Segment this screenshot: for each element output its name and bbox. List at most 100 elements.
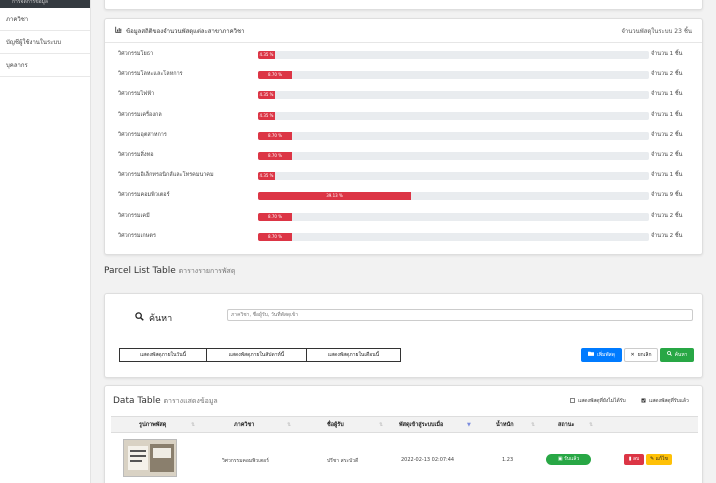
sidebar-header[interactable]: การจัดการข้อมูล bbox=[0, 0, 90, 8]
search-icon bbox=[666, 348, 672, 362]
statistics-row: วิศวกรรมเคมี 8.70 % จำนวน 2 ชิ้น bbox=[105, 206, 704, 226]
statistics-row: วิศวกรรมคอมพิวเตอร์ 39.13 % จำนวน 9 ชิ้น bbox=[105, 185, 704, 205]
sidebar-item-user-accounts[interactable]: บัญชีผู้ใช้งานในระบบ bbox=[0, 31, 90, 54]
statistics-row: วิศวกรรมไฟฟ้า 4.35 % จำนวน 1 ชิ้น bbox=[105, 84, 704, 104]
progress-fill: 4.35 % bbox=[258, 172, 275, 181]
close-icon: ✕ bbox=[630, 352, 635, 358]
column-header-date[interactable]: พัสดุเข้าสู่ระบบเมื่อ bbox=[399, 417, 443, 434]
cell-department: วิศวกรรมคอมพิวเตอร์ bbox=[222, 458, 269, 464]
progress-fill: 4.35 % bbox=[258, 91, 275, 100]
delete-button[interactable]: ▮ ลบ bbox=[624, 454, 644, 465]
progress-bar: 4.35 % bbox=[258, 111, 649, 120]
statistics-total: จำนวนพัสดุในระบบ 23 ชิ้น bbox=[621, 27, 692, 35]
column-header-weight[interactable]: น้ำหนัก bbox=[496, 417, 514, 434]
department-label: วิศวกรรมอุตสาหการ bbox=[118, 131, 167, 138]
progress-fill: 4.35 % bbox=[258, 111, 275, 120]
search-input[interactable] bbox=[227, 309, 693, 321]
trash-icon: ▮ bbox=[628, 456, 632, 462]
sort-icon[interactable]: ⇅ bbox=[531, 417, 535, 434]
progress-fill: 8.70 % bbox=[258, 232, 293, 241]
search-card: ค้นหา แสดงพัสดุภายในวันนี้ แสดงพัสดุภายใ… bbox=[104, 293, 703, 378]
checkbox-icon bbox=[570, 397, 575, 405]
parcel-count: จำนวน 1 ชิ้น bbox=[651, 111, 683, 118]
progress-fill: 8.70 % bbox=[258, 131, 293, 140]
parcel-section-title: Parcel List Table ตารางรายการพัสดุ bbox=[104, 266, 236, 276]
statistics-row: วิศวกรรมอุตสาหการ 8.70 % จำนวน 2 ชิ้น bbox=[105, 125, 704, 145]
sidebar-item-department[interactable]: ภาควิชา bbox=[0, 8, 90, 31]
department-label: วิศวกรรมสิ่งทอ bbox=[118, 152, 154, 158]
progress-bar: 8.70 % bbox=[258, 232, 649, 241]
data-table-title: Data Table ตารางแสดงข้อมูล bbox=[113, 396, 218, 406]
edit-button[interactable]: ✎ แก้ไข bbox=[646, 454, 672, 465]
package-icon: ▣ bbox=[557, 456, 563, 462]
department-label: วิศวกรรมโยธา bbox=[118, 51, 154, 57]
department-label: วิศวกรรมไฟฟ้า bbox=[118, 91, 155, 98]
progress-bar: 39.13 % bbox=[258, 192, 649, 201]
sort-desc-icon[interactable]: ▼ bbox=[467, 417, 471, 434]
previous-card bbox=[104, 0, 703, 10]
filter-month-button[interactable]: แสดงพัสดุภายในเดือนนี้ bbox=[306, 348, 401, 362]
sort-icon[interactable]: ⇅ bbox=[191, 417, 195, 434]
parcel-count: จำนวน 1 ชิ้น bbox=[651, 51, 683, 57]
chart-icon bbox=[115, 26, 122, 35]
progress-bar: 4.35 % bbox=[258, 172, 649, 181]
status-badge[interactable]: ▣ รับแล้ว bbox=[546, 454, 591, 465]
column-header-recipient[interactable]: ชื่อผู้รับ bbox=[327, 417, 344, 434]
parcel-count: จำนวน 1 ชิ้น bbox=[651, 91, 683, 98]
column-header-department[interactable]: ภาควิชา bbox=[234, 417, 254, 434]
department-label: วิศวกรรมเคมี bbox=[118, 212, 150, 219]
statistics-row: วิศวกรรมเกษตร 8.70 % จำนวน 2 ชิ้น bbox=[105, 226, 704, 246]
cancel-button[interactable]: ✕ ยกเลิก bbox=[624, 348, 658, 362]
cell-recipient: ปรีชา สระบัวดี bbox=[327, 458, 359, 464]
parcel-count: จำนวน 2 ชิ้น bbox=[651, 71, 683, 78]
sidebar: การจัดการข้อมูล ภาควิชา บัญชีผู้ใช้งานใน… bbox=[0, 0, 91, 483]
progress-fill: 8.70 % bbox=[258, 152, 293, 160]
add-parcel-button[interactable]: เพิ่มพัสดุ bbox=[581, 348, 622, 362]
sidebar-item-staff[interactable]: บุคลากร bbox=[0, 54, 90, 77]
statistics-row: วิศวกรรมอิเล็กทรอนิกส์และโทรคมนาคม 4.35 %… bbox=[105, 165, 704, 185]
progress-fill: 8.70 % bbox=[258, 212, 293, 221]
department-label: วิศวกรรมโลหะและโลหการ bbox=[118, 71, 183, 78]
parcel-count: จำนวน 1 ชิ้น bbox=[651, 172, 683, 179]
search-icon bbox=[135, 312, 144, 324]
progress-bar: 4.35 % bbox=[258, 51, 649, 59]
progress-bar: 8.70 % bbox=[258, 152, 649, 160]
statistics-card: ข้อมูลสถิติของจำนวนพัสดุแต่ละสาขาภาควิชา… bbox=[104, 18, 703, 255]
department-label: วิศวกรรมคอมพิวเตอร์ bbox=[118, 192, 170, 199]
parcel-count: จำนวน 2 ชิ้น bbox=[651, 232, 683, 239]
pencil-icon: ✎ bbox=[650, 456, 655, 462]
statistics-row: วิศวกรรมโลหะและโลหการ 8.70 % จำนวน 2 ชิ้น bbox=[105, 64, 704, 84]
statistics-header: ข้อมูลสถิติของจำนวนพัสดุแต่ละสาขาภาควิชา… bbox=[105, 19, 702, 43]
column-header-status[interactable]: สถานะ bbox=[558, 417, 575, 434]
progress-bar: 8.70 % bbox=[258, 71, 649, 80]
toggle-not-received[interactable]: แสดงพัสดุที่ยังไม่ได้รับ bbox=[570, 397, 626, 405]
statistics-row: วิศวกรรมเครื่องกล 4.35 % จำนวน 1 ชิ้น bbox=[105, 105, 704, 125]
sort-icon[interactable]: ⇅ bbox=[287, 417, 291, 434]
toggle-received[interactable]: แสดงพัสดุที่รับแล้ว bbox=[641, 397, 689, 405]
statistics-row: วิศวกรรมโยธา 4.35 % จำนวน 1 ชิ้น bbox=[105, 44, 704, 64]
progress-fill: 4.35 % bbox=[258, 51, 275, 59]
search-button[interactable]: ค้นหา bbox=[660, 348, 694, 362]
progress-fill: 39.13 % bbox=[258, 192, 411, 201]
sort-icon[interactable]: ⇅ bbox=[589, 417, 593, 434]
parcel-image[interactable] bbox=[123, 439, 177, 477]
search-label: ค้นหา bbox=[135, 311, 172, 325]
table-header: รูปภาพพัสดุ ⇅ ภาควิชา ⇅ ชื่อผู้รับ ⇅ พัส… bbox=[111, 416, 698, 433]
main-content: ข้อมูลสถิติของจำนวนพัสดุแต่ละสาขาภาควิชา… bbox=[91, 0, 716, 483]
column-header-image[interactable]: รูปภาพพัสดุ bbox=[139, 417, 166, 434]
sort-icon[interactable]: ⇅ bbox=[379, 417, 383, 434]
folder-icon bbox=[588, 348, 595, 362]
cell-weight: 1.23 bbox=[502, 457, 514, 463]
data-table-card: Data Table ตารางแสดงข้อมูล แสดงพัสดุที่ย… bbox=[104, 385, 703, 483]
checked-box-icon bbox=[641, 398, 646, 405]
filter-today-button[interactable]: แสดงพัสดุภายในวันนี้ bbox=[119, 348, 207, 362]
progress-fill: 8.70 % bbox=[258, 71, 293, 80]
filter-week-button[interactable]: แสดงพัสดุภายในสัปดาห์นี้ bbox=[206, 348, 307, 362]
statistics-row: วิศวกรรมสิ่งทอ 8.70 % จำนวน 2 ชิ้น bbox=[105, 145, 704, 165]
cell-date: 2022-02-13 02:07:44 bbox=[401, 457, 455, 463]
department-label: วิศวกรรมเครื่องกล bbox=[118, 111, 162, 118]
parcel-count: จำนวน 2 ชิ้น bbox=[651, 212, 683, 219]
department-label: วิศวกรรมเกษตร bbox=[118, 232, 156, 239]
department-label: วิศวกรรมอิเล็กทรอนิกส์และโทรคมนาคม bbox=[118, 172, 214, 179]
progress-bar: 4.35 % bbox=[258, 91, 649, 100]
